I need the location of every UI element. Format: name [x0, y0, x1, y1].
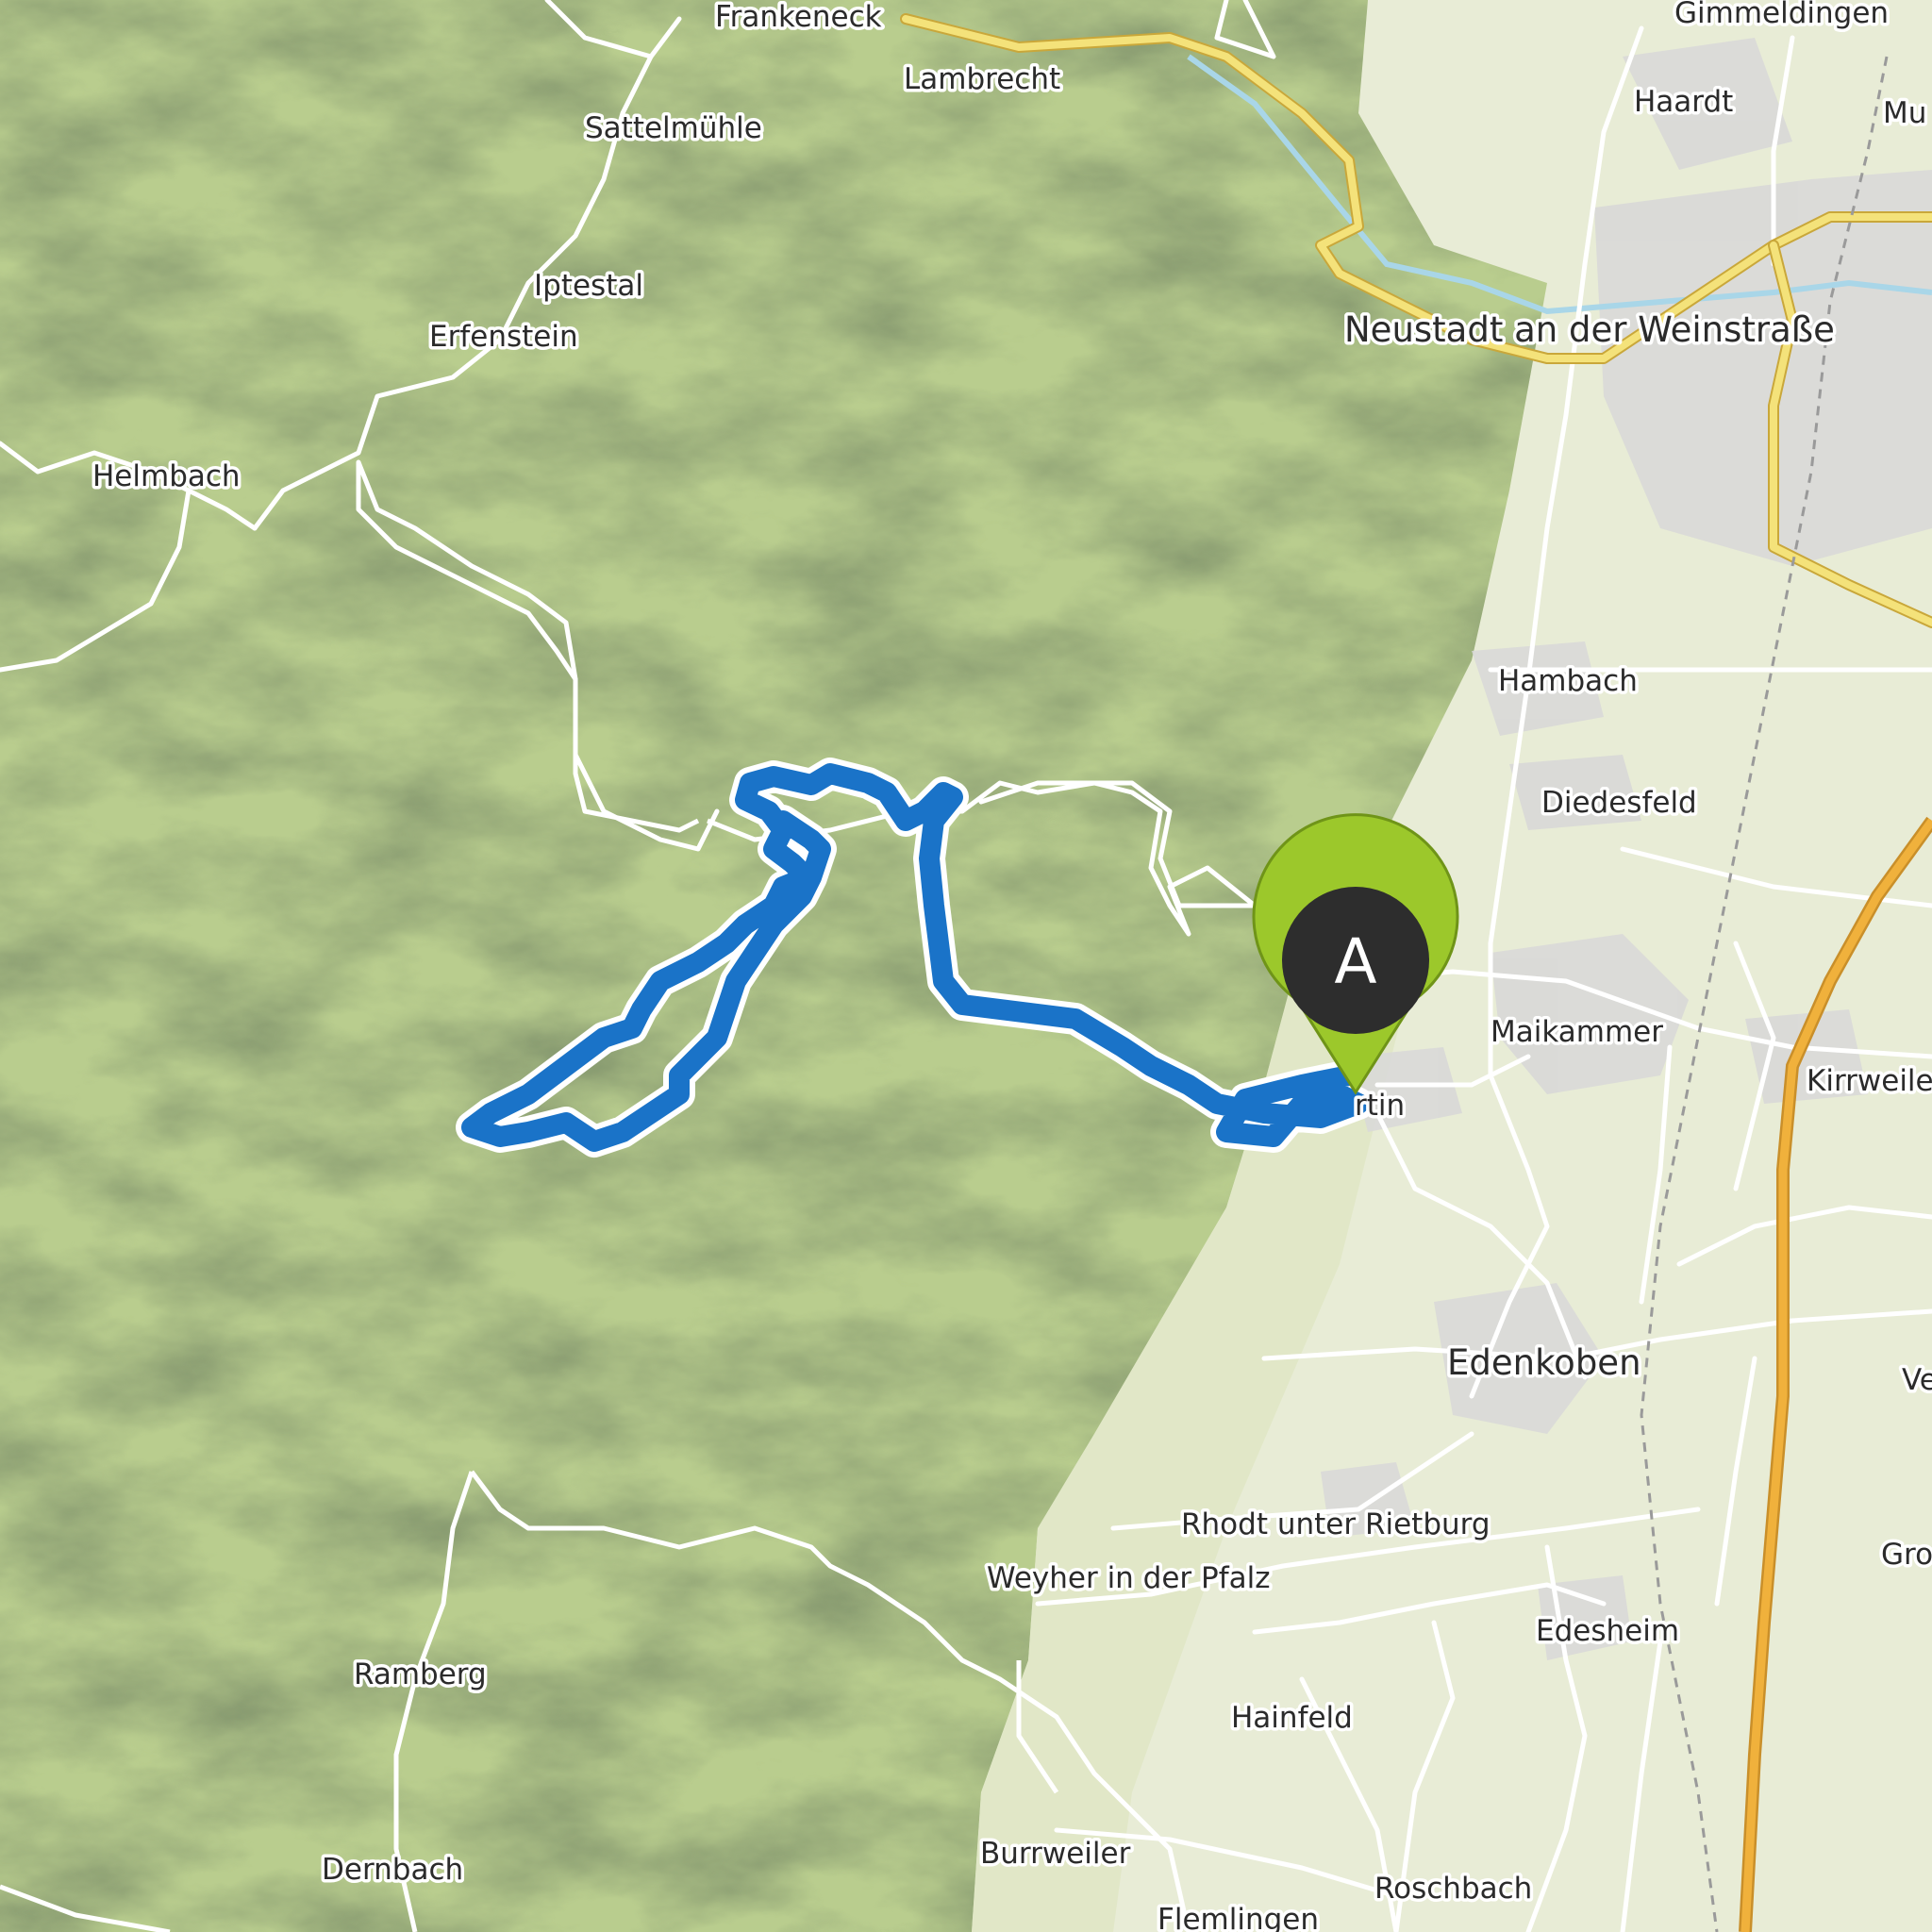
- place-label-edenkoben: Edenkoben: [1447, 1342, 1641, 1383]
- place-label-flemlingen: Flemlingen: [1158, 1903, 1319, 1932]
- place-label-hambach: Hambach: [1498, 664, 1638, 698]
- place-label-rhodt: Rhodt unter Rietburg: [1181, 1507, 1491, 1541]
- place-label-gro: Gro: [1881, 1538, 1932, 1572]
- place-label-frankeneck: Frankeneck: [715, 0, 882, 34]
- place-label-lambrecht: Lambrecht: [904, 62, 1060, 96]
- place-label-dernbach: Dernbach: [322, 1853, 463, 1887]
- place-label-diedesfeld: Diedesfeld: [1541, 786, 1697, 820]
- place-label-maikammer: Maikammer: [1491, 1015, 1663, 1049]
- place-label-sattelmuehle: Sattelmühle: [585, 111, 762, 145]
- place-label-gimmeldingen: Gimmeldingen: [1674, 0, 1889, 30]
- place-label-roschbach: Roschbach: [1374, 1872, 1532, 1906]
- place-label-burrweiler: Burrweiler: [980, 1837, 1131, 1871]
- place-label-edesheim: Edesheim: [1536, 1614, 1679, 1648]
- place-label-weyher: Weyher in der Pfalz: [987, 1561, 1271, 1595]
- map-canvas[interactable]: Frankeneck Gimmeldingen Lambrecht Haardt…: [0, 0, 1932, 1932]
- place-label-st-martin: rtin: [1355, 1089, 1405, 1123]
- place-label-iptestal: Iptestal: [534, 269, 643, 303]
- place-label-mu: Mu: [1883, 96, 1926, 130]
- place-label-ve: Ve: [1902, 1363, 1932, 1397]
- place-label-neustadt: Neustadt an der Weinstraße: [1344, 309, 1835, 350]
- marker-label: A: [1334, 925, 1376, 998]
- place-label-kirrweiler: Kirrweile: [1807, 1064, 1932, 1098]
- place-label-helmbach: Helmbach: [92, 459, 241, 493]
- place-label-hainfeld: Hainfeld: [1231, 1701, 1353, 1735]
- place-label-erfenstein: Erfenstein: [429, 320, 578, 354]
- place-label-ramberg: Ramberg: [354, 1657, 487, 1691]
- place-label-haardt: Haardt: [1634, 85, 1733, 119]
